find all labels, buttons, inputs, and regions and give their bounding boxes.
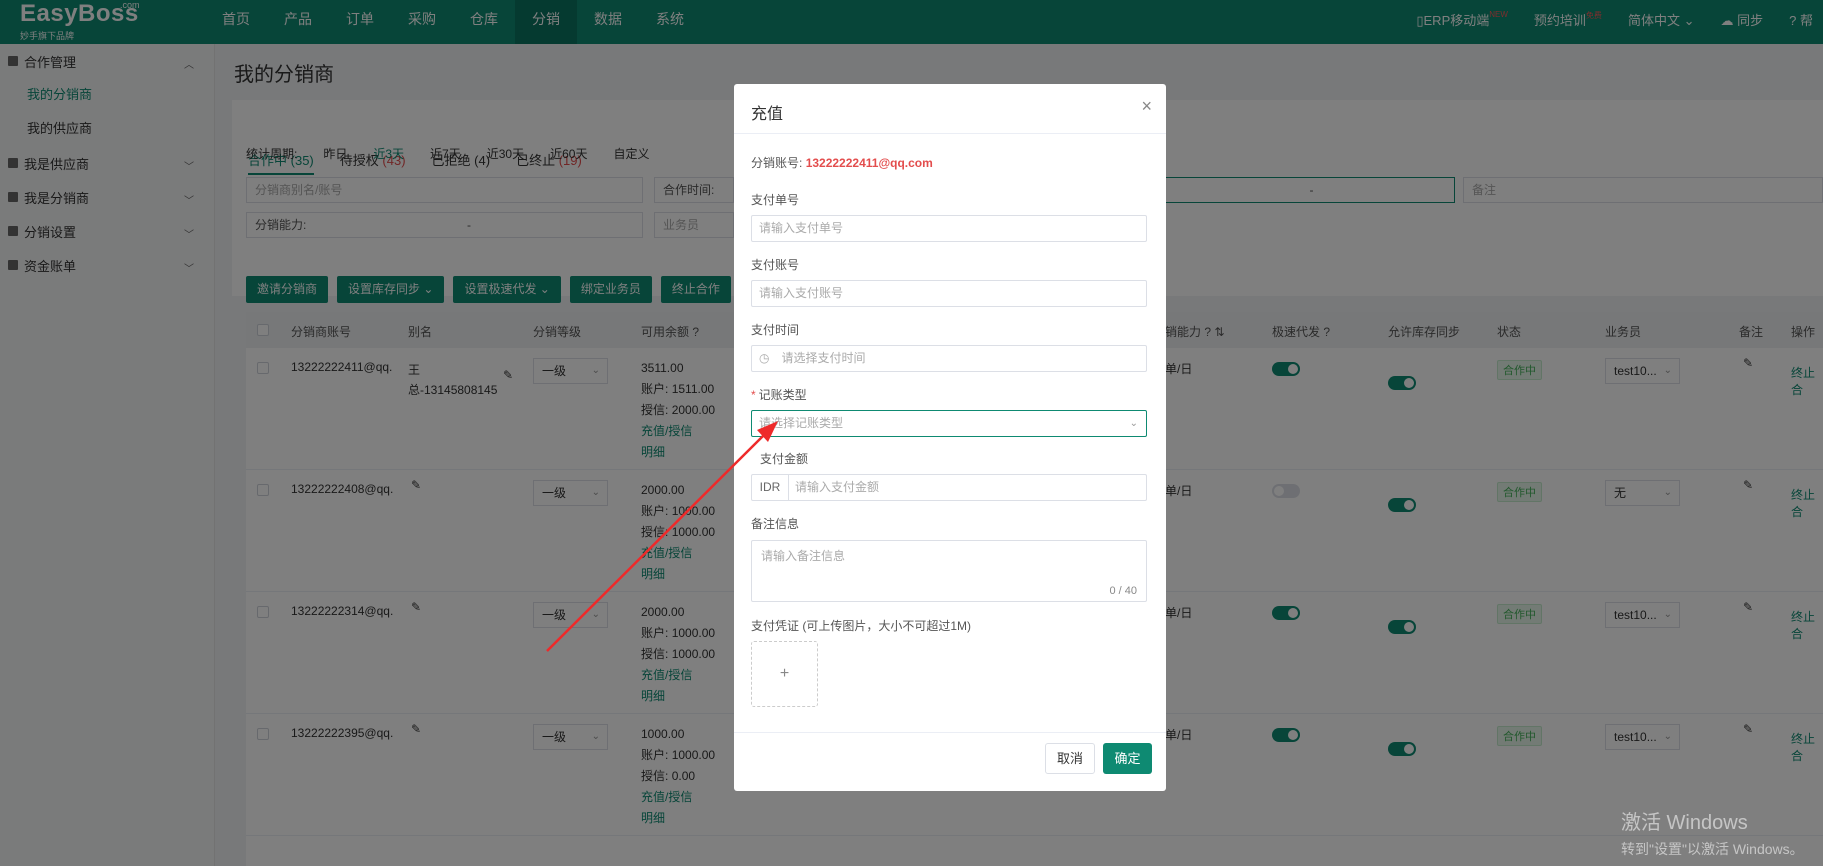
pay-account-input[interactable]: 请输入支付账号: [751, 280, 1147, 307]
dialog-footer: 取消 确定: [734, 732, 1166, 791]
amount-label: 支付金额: [760, 452, 809, 466]
type-label: * 记账类型: [751, 388, 807, 402]
remark-textarea[interactable]: 请输入备注信息 0 / 40: [751, 540, 1147, 602]
recharge-dialog: 充值 × 分销账号: 13222222411@qq.com 支付单号 请输入支付…: [734, 84, 1166, 791]
close-icon[interactable]: ×: [1141, 96, 1152, 117]
chevron-down-icon: ⌄: [1129, 418, 1138, 429]
pay-time-picker[interactable]: ◷ 请选择支付时间: [751, 345, 1147, 372]
pay-no-label: 支付单号: [751, 193, 800, 207]
confirm-button[interactable]: 确定: [1103, 743, 1152, 774]
account-value: 13222222411@qq.com: [805, 156, 933, 170]
plus-icon: +: [779, 665, 790, 682]
account-row: 分销账号: 13222222411@qq.com: [751, 156, 933, 170]
pay-account-label: 支付账号: [751, 258, 800, 272]
voucher-label: 支付凭证 (可上传图片，大小不可超过1M): [751, 619, 972, 633]
currency-prefix: IDR: [752, 475, 789, 500]
clock-icon: ◷: [759, 351, 770, 365]
upload-button[interactable]: +: [751, 641, 818, 707]
windows-watermark: 激活 Windows 转到"设置"以激活 Windows。: [1621, 806, 1804, 859]
cancel-button[interactable]: 取消: [1045, 743, 1095, 774]
type-select[interactable]: 请选择记账类型 ⌄: [751, 410, 1147, 437]
watermark-line2: 转到"设置"以激活 Windows。: [1621, 841, 1804, 857]
amount-input[interactable]: IDR 请输入支付金额: [751, 474, 1147, 501]
required-mark: *: [751, 388, 756, 402]
pay-time-label: 支付时间: [751, 323, 800, 337]
dialog-title: 充值: [751, 106, 784, 123]
char-counter: 0 / 40: [1109, 585, 1137, 597]
dialog-header: 充值 ×: [734, 84, 1166, 134]
pay-no-input[interactable]: 请输入支付单号: [751, 215, 1147, 242]
remark-label: 备注信息: [751, 517, 800, 531]
watermark-line1: 激活 Windows: [1621, 812, 1748, 834]
